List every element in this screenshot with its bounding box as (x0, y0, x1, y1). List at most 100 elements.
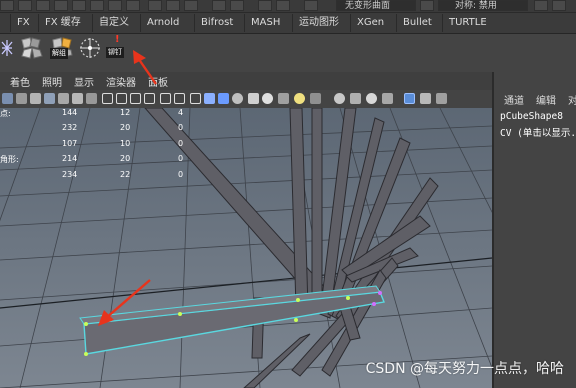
tool-button[interactable] (148, 0, 162, 11)
plank-vertical-2[interactable] (311, 108, 323, 309)
gate-mask-icon[interactable] (130, 93, 141, 104)
tab-fx[interactable]: FX (10, 14, 36, 32)
rivet-label[interactable]: 铆钉 (106, 47, 124, 58)
tool-button[interactable] (72, 0, 86, 11)
hud-value: 0 (178, 123, 184, 132)
textured-icon[interactable] (248, 93, 259, 104)
hud-value: 20 (120, 154, 131, 163)
cv-line[interactable]: CV (单击以显示... (500, 125, 576, 139)
tool-button[interactable] (54, 0, 68, 11)
symmetry-field[interactable]: 对称: 禁用 (438, 0, 528, 11)
surface-field-text: 无变形曲面 (345, 1, 391, 11)
menu-channels[interactable]: 通道 (504, 92, 524, 107)
menu-shading[interactable]: 着色 (10, 74, 30, 89)
smooth-shade-icon[interactable] (218, 93, 229, 104)
shadows-icon[interactable] (278, 93, 289, 104)
tool-button[interactable] (166, 0, 180, 11)
hud-value: 234 (62, 170, 78, 179)
tool-button[interactable] (420, 0, 434, 11)
grid-icon[interactable] (86, 93, 97, 104)
light-bulb-icon[interactable] (294, 93, 305, 104)
xray-joints-icon[interactable] (420, 93, 431, 104)
default-material-icon[interactable] (232, 93, 243, 104)
wireframe-icon[interactable] (204, 93, 215, 104)
tab-fx-cache[interactable]: FX 缓存 (38, 14, 87, 32)
bookmark-icon[interactable] (30, 93, 41, 104)
tool-button[interactable] (534, 0, 548, 11)
xray-active-icon[interactable] (436, 93, 447, 104)
hud-value: 144 (62, 108, 78, 117)
ambient-occlusion-icon[interactable] (310, 93, 321, 104)
hud-value: 0 (178, 139, 184, 148)
scene-canvas[interactable] (0, 108, 492, 388)
channel-box-panel: 通道 编辑 对 pCubeShape8 CV (单击以显示... (492, 72, 576, 388)
hud-value: 0 (178, 170, 184, 179)
menu-show[interactable]: 显示 (74, 74, 94, 89)
shelf-tab-bar: FX FX 缓存 自定义 Arnold Bifrost MASH 运动图形 XG… (0, 13, 576, 34)
watermark: CSDN @每天努力一点点，哈哈 (365, 361, 564, 377)
tab-bifrost[interactable]: Bifrost (194, 14, 239, 32)
tool-button[interactable] (126, 0, 140, 11)
film-gate-icon[interactable] (102, 93, 113, 104)
annotation-arrow-shelf (133, 50, 157, 85)
hud-label: 点: (0, 109, 11, 118)
tab-turtle[interactable]: TURTLE (442, 14, 493, 32)
hud-value: 107 (62, 139, 78, 148)
menu-object[interactable]: 对 (568, 92, 576, 107)
safe-action-icon[interactable] (160, 93, 171, 104)
hud-label: 角形: (0, 155, 19, 164)
shelf-icon-row: 解组 ! 铆钉 (0, 34, 576, 70)
tool-button[interactable] (552, 0, 566, 11)
tab-arnold[interactable]: Arnold (140, 14, 185, 32)
surface-field[interactable]: 无变形曲面 (336, 0, 416, 11)
tool-button[interactable] (90, 0, 104, 11)
grease-pencil-icon[interactable] (72, 93, 83, 104)
camera-icon[interactable] (2, 93, 13, 104)
viewport-toolbar (0, 90, 492, 109)
menu-edit[interactable]: 编辑 (536, 92, 556, 107)
resolution-gate-icon[interactable] (116, 93, 127, 104)
hud-value: 214 (62, 154, 78, 163)
2d-pan-icon[interactable] (58, 93, 69, 104)
hud-value: 10 (120, 139, 131, 148)
camera-attr-icon[interactable] (16, 93, 27, 104)
isolate-icon[interactable] (382, 93, 393, 104)
tool-button[interactable] (18, 0, 32, 11)
xray-icon[interactable] (190, 93, 201, 104)
symmetry-field-text: 对称: 禁用 (455, 1, 497, 11)
motion-blur-icon[interactable] (334, 93, 345, 104)
tool-button[interactable] (212, 0, 226, 11)
tool-button[interactable] (304, 0, 318, 11)
tab-custom[interactable]: 自定义 (92, 14, 135, 32)
safe-title-icon[interactable] (174, 93, 185, 104)
lights-icon[interactable] (262, 93, 273, 104)
anti-alias-icon[interactable] (350, 93, 361, 104)
tool-button[interactable] (36, 0, 50, 11)
menu-lighting[interactable]: 照明 (42, 74, 62, 89)
hud-value: 12 (120, 108, 131, 117)
tool-button[interactable] (258, 0, 272, 11)
crosshair-grid-icon[interactable] (78, 36, 102, 60)
tool-button[interactable] (276, 0, 290, 11)
tool-button[interactable] (230, 0, 244, 11)
combine-icon[interactable] (20, 36, 44, 60)
select-highlight-icon[interactable] (404, 93, 415, 104)
tool-button[interactable] (184, 0, 198, 11)
ungroup-label: 解组 (50, 48, 68, 59)
top-status-strip: 无变形曲面 对称: 禁用 (0, 0, 576, 13)
shape-name[interactable]: pCubeShape8 (500, 111, 563, 122)
image-plane-icon[interactable] (44, 93, 55, 104)
hud-value: 0 (178, 154, 184, 163)
tool-button[interactable] (0, 0, 14, 11)
tab-mash[interactable]: MASH (244, 14, 286, 32)
hud-value: 20 (120, 123, 131, 132)
depth-of-field-icon[interactable] (366, 93, 377, 104)
viewport-menu-bar: 着色 照明 显示 渲染器 面板 (0, 72, 492, 90)
tab-motion-graphics[interactable]: 运动图形 (292, 14, 345, 32)
field-chart-icon[interactable] (144, 93, 155, 104)
tool-button[interactable] (108, 0, 122, 11)
tab-xgen[interactable]: XGen (350, 14, 390, 32)
3d-viewport[interactable]: 点: 144 12 4 232 20 0 107 10 0 角形: 214 20… (0, 108, 492, 388)
tab-bullet[interactable]: Bullet (396, 14, 438, 32)
hud-value: 4 (178, 108, 184, 117)
